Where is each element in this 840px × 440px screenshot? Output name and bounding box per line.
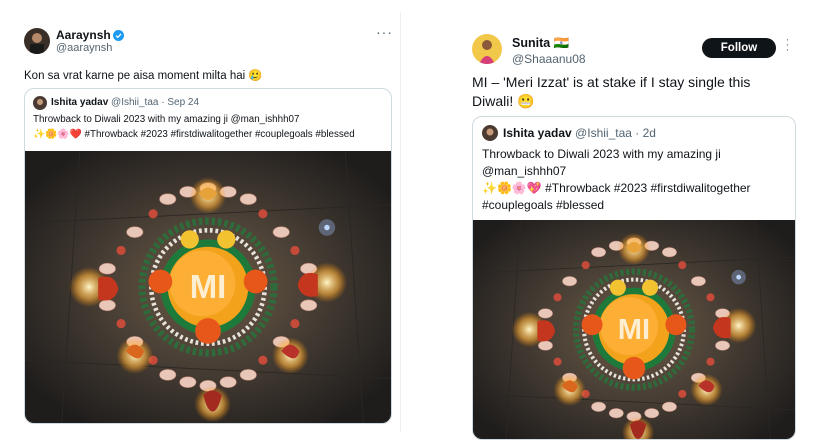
- quote-text-line-3: ✨🌼🌸💖 #Throwback #2023 #firstdiwalitogeth…: [482, 181, 751, 195]
- quote-date[interactable]: Sep 24: [167, 97, 199, 108]
- more-vertical-icon[interactable]: · · ·: [785, 35, 791, 56]
- more-horizontal-icon[interactable]: ···: [376, 24, 393, 40]
- left-tweet-card[interactable]: Aaraynsh @aaraynsh ··· Kon sa vrat karne…: [8, 12, 401, 432]
- quote-author-handle[interactable]: @Ishii_taa: [575, 126, 632, 140]
- quoted-tweet[interactable]: Ishita yadav @Ishii_taa · Sep 24 Throwba…: [24, 88, 392, 424]
- quote-author-name[interactable]: Ishita yadav: [51, 97, 108, 108]
- quote-header: Ishita yadav @Ishii_taa · Sep 24: [51, 97, 199, 108]
- rangoli-photo[interactable]: [473, 220, 795, 439]
- author-handle[interactable]: @Shaaanu08: [512, 52, 586, 66]
- author-name[interactable]: Sunita 🇮🇳: [512, 36, 569, 51]
- author-name-text[interactable]: Aaraynsh: [56, 28, 111, 42]
- quote-separator: ·: [635, 126, 640, 140]
- right-tweet-card[interactable]: Sunita 🇮🇳 @Shaaanu08 Follow · · · MI – 'Me…: [462, 28, 810, 440]
- quote-text-line-2: @man_ishhh07: [482, 164, 567, 178]
- quote-author-avatar[interactable]: [33, 96, 47, 110]
- quote-separator: ·: [161, 97, 165, 108]
- quote-author-avatar[interactable]: [482, 125, 498, 141]
- author-avatar[interactable]: [24, 28, 50, 54]
- quote-text-line-2: ✨🌼🌸❤️ #Throwback #2023 #firstdiwalitoget…: [33, 129, 355, 140]
- verified-badge-icon: [112, 30, 124, 44]
- quote-date[interactable]: 2d: [643, 126, 656, 140]
- quote-header: Ishita yadav @Ishii_taa · 2d: [503, 126, 656, 140]
- quoted-tweet[interactable]: Ishita yadav @Ishii_taa · 2d Throwback t…: [472, 116, 796, 440]
- quote-author-handle[interactable]: @Ishii_taa: [111, 97, 158, 108]
- quote-text-line-1: Throwback to Diwali 2023 with my amazing…: [33, 114, 300, 125]
- rangoli-photo[interactable]: [25, 151, 391, 423]
- quote-text-line-4: #couplegoals #blessed: [482, 198, 605, 212]
- tweet-text: Kon sa vrat karne pe aisa moment milta h…: [24, 70, 263, 82]
- tweet-text-line-1: MI – 'Meri Izzat' is at stake if I stay …: [472, 74, 751, 90]
- quote-author-name[interactable]: Ishita yadav: [503, 126, 572, 140]
- quote-text-line-1: Throwback to Diwali 2023 with my amazing…: [482, 147, 721, 161]
- author-avatar[interactable]: [472, 34, 502, 64]
- author-handle[interactable]: @aaraynsh: [56, 42, 112, 54]
- tweet-text-line-2: Diwali! 😬: [472, 93, 535, 109]
- follow-button[interactable]: Follow: [702, 38, 776, 58]
